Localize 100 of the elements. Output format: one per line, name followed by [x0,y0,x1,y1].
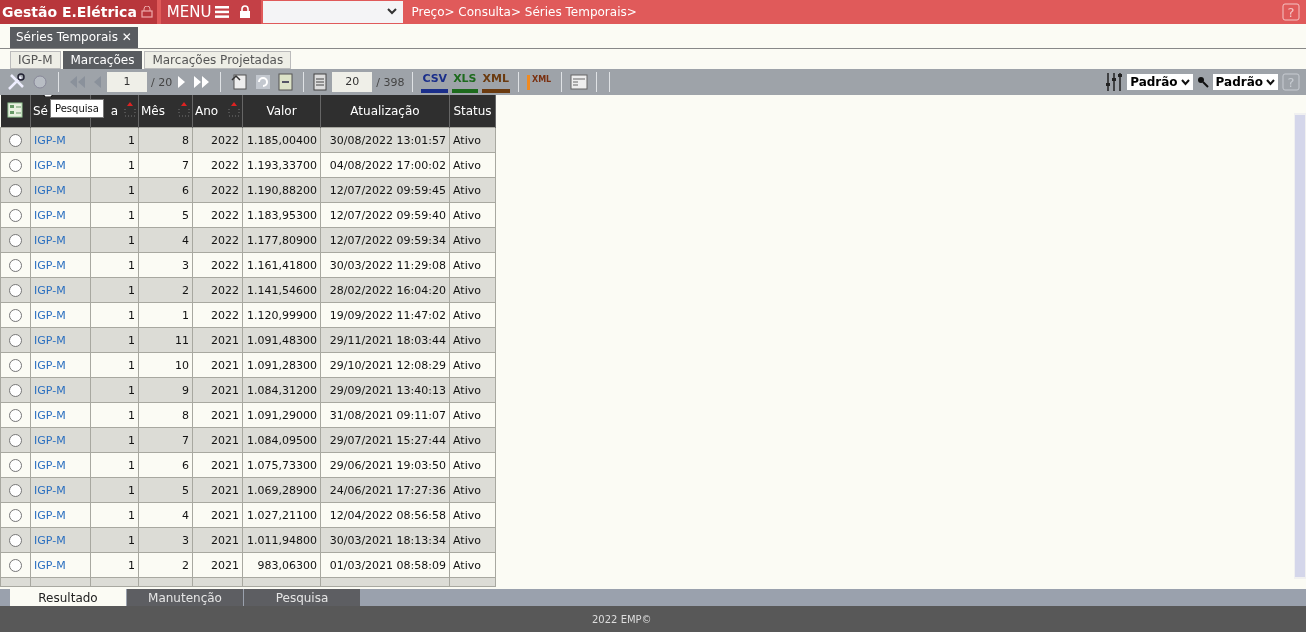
chevron-icon [387,8,398,16]
layout-select[interactable]: Padrão [1127,74,1193,90]
table-cell: 1 [128,533,135,547]
lock-icon[interactable] [235,0,262,24]
table-cell: 7 [182,158,189,172]
table-cell: Ativo [453,333,481,347]
table-cell: 9 [182,383,189,397]
window-icon[interactable] [570,74,589,90]
sort-icon[interactable] [178,101,190,117]
table-cell: 1.091,48300 [247,333,317,347]
table-cell: 29/11/2021 18:03:44 [329,333,446,347]
row-radio[interactable] [9,508,22,522]
column-chooser-icon[interactable] [7,101,24,118]
row-radio[interactable] [9,233,22,247]
row-radio[interactable] [9,283,22,297]
row-radio[interactable] [9,358,22,372]
table-cell: 1 [128,558,135,572]
menu-button[interactable]: MENU [160,0,236,24]
table-cell: 1.161,41800 [247,258,317,272]
table-cell: 2022 [211,183,239,197]
table-cell: 1 [128,333,135,347]
table-cell: Ativo [453,208,481,222]
row-radio[interactable] [9,158,22,172]
document-icon[interactable] [277,72,296,92]
table-cell: 1 [128,158,135,172]
table-cell: Ativo [453,158,481,172]
row-radio[interactable] [9,433,22,447]
tab[interactable]: Marcações Projetadas [144,51,292,69]
table-cell: 2 [182,558,189,572]
table-cell: 12/07/2022 09:59:34 [329,233,446,247]
tab[interactable]: IGP-M [10,51,61,69]
table-cell: 2021 [211,458,239,472]
column-header[interactable]: a [110,104,118,118]
tab[interactable]: Pesquisa [244,589,360,606]
table-cell: 1 [182,308,189,322]
tab[interactable]: Manutenção [127,589,243,606]
table-cell: 30/08/2022 13:01:57 [329,133,446,147]
row-radio[interactable] [9,533,22,547]
row-radio[interactable] [9,183,22,197]
row-radio[interactable] [9,333,22,347]
table-cell: 24/06/2021 17:27:36 [329,483,446,497]
table-cell: 2 [182,283,189,297]
breadcrumb[interactable]: Preço> Consulta> Séries Temporais> [411,5,637,19]
row-radio[interactable] [9,133,22,147]
table-cell: 1.027,21100 [247,508,317,522]
sort-icon[interactable] [124,101,136,117]
sliders-icon[interactable] [1105,72,1124,92]
scrollbar[interactable] [1294,113,1306,579]
table-cell: 2021 [211,483,239,497]
table-cell: 11 [175,333,189,347]
table-cell: 2021 [211,383,239,397]
table-cell: Ativo [453,308,481,322]
page-field[interactable]: 1 [107,72,147,92]
table-cell: 4 [182,508,189,522]
table-cell: 2022 [211,208,239,222]
row-radio[interactable] [9,558,22,572]
close-icon[interactable]: ✕ [121,30,132,44]
table-cell: 1.011,94800 [247,533,317,547]
table-cell: 01/03/2021 08:58:09 [329,558,446,572]
tab[interactable]: Marcações [62,51,143,69]
notepad-icon[interactable] [312,72,329,92]
row-radio[interactable] [9,308,22,322]
xml-import-button[interactable]: XML [527,74,554,90]
row-radio[interactable] [9,383,22,397]
table-cell: 8 [182,133,189,147]
column-header[interactable]: Ano [195,104,219,118]
table-cell: 1 [128,258,135,272]
table-cell: 1.091,28300 [247,358,317,372]
table-cell: 1 [128,133,135,147]
tab[interactable]: Resultado [10,589,126,606]
row-radio[interactable] [9,408,22,422]
table-cell: Ativo [453,283,481,297]
table-cell: 1.084,31200 [247,383,317,397]
table-cell: 1.185,00400 [247,133,317,147]
table-cell: 1.183,95300 [247,208,317,222]
table-cell: 1.120,99900 [247,308,317,322]
row-radio[interactable] [9,258,22,272]
table-cell: 5 [182,208,189,222]
sort-icon[interactable] [228,101,240,117]
tools-icon[interactable] [6,72,26,92]
table-cell: 2021 [211,333,239,347]
table-cell: 2022 [211,158,239,172]
table-cell: 30/03/2021 18:13:34 [329,533,446,547]
table-cell: 1 [128,433,135,447]
table-cell: Ativo [453,433,481,447]
chevron-icon [1266,78,1275,86]
table-cell: Ativo [453,458,481,472]
tooltip: Pesquisa [50,99,104,118]
filter-select[interactable]: Padrão [1212,74,1278,90]
table-cell: 2021 [211,408,239,422]
column-header[interactable]: Sé [33,104,48,118]
row-radio[interactable] [9,458,22,472]
row-radio[interactable] [9,483,22,497]
column-header[interactable]: Valor [266,104,297,118]
column-header[interactable]: Mês [141,104,165,118]
row-radio[interactable] [9,208,22,222]
page-size-field[interactable]: 20 [332,72,373,92]
table-cell: 12/07/2022 09:59:45 [329,183,446,197]
page-tab[interactable]: Séries Temporais ✕ [10,27,138,48]
table-cell: 29/07/2021 15:27:44 [329,433,446,447]
